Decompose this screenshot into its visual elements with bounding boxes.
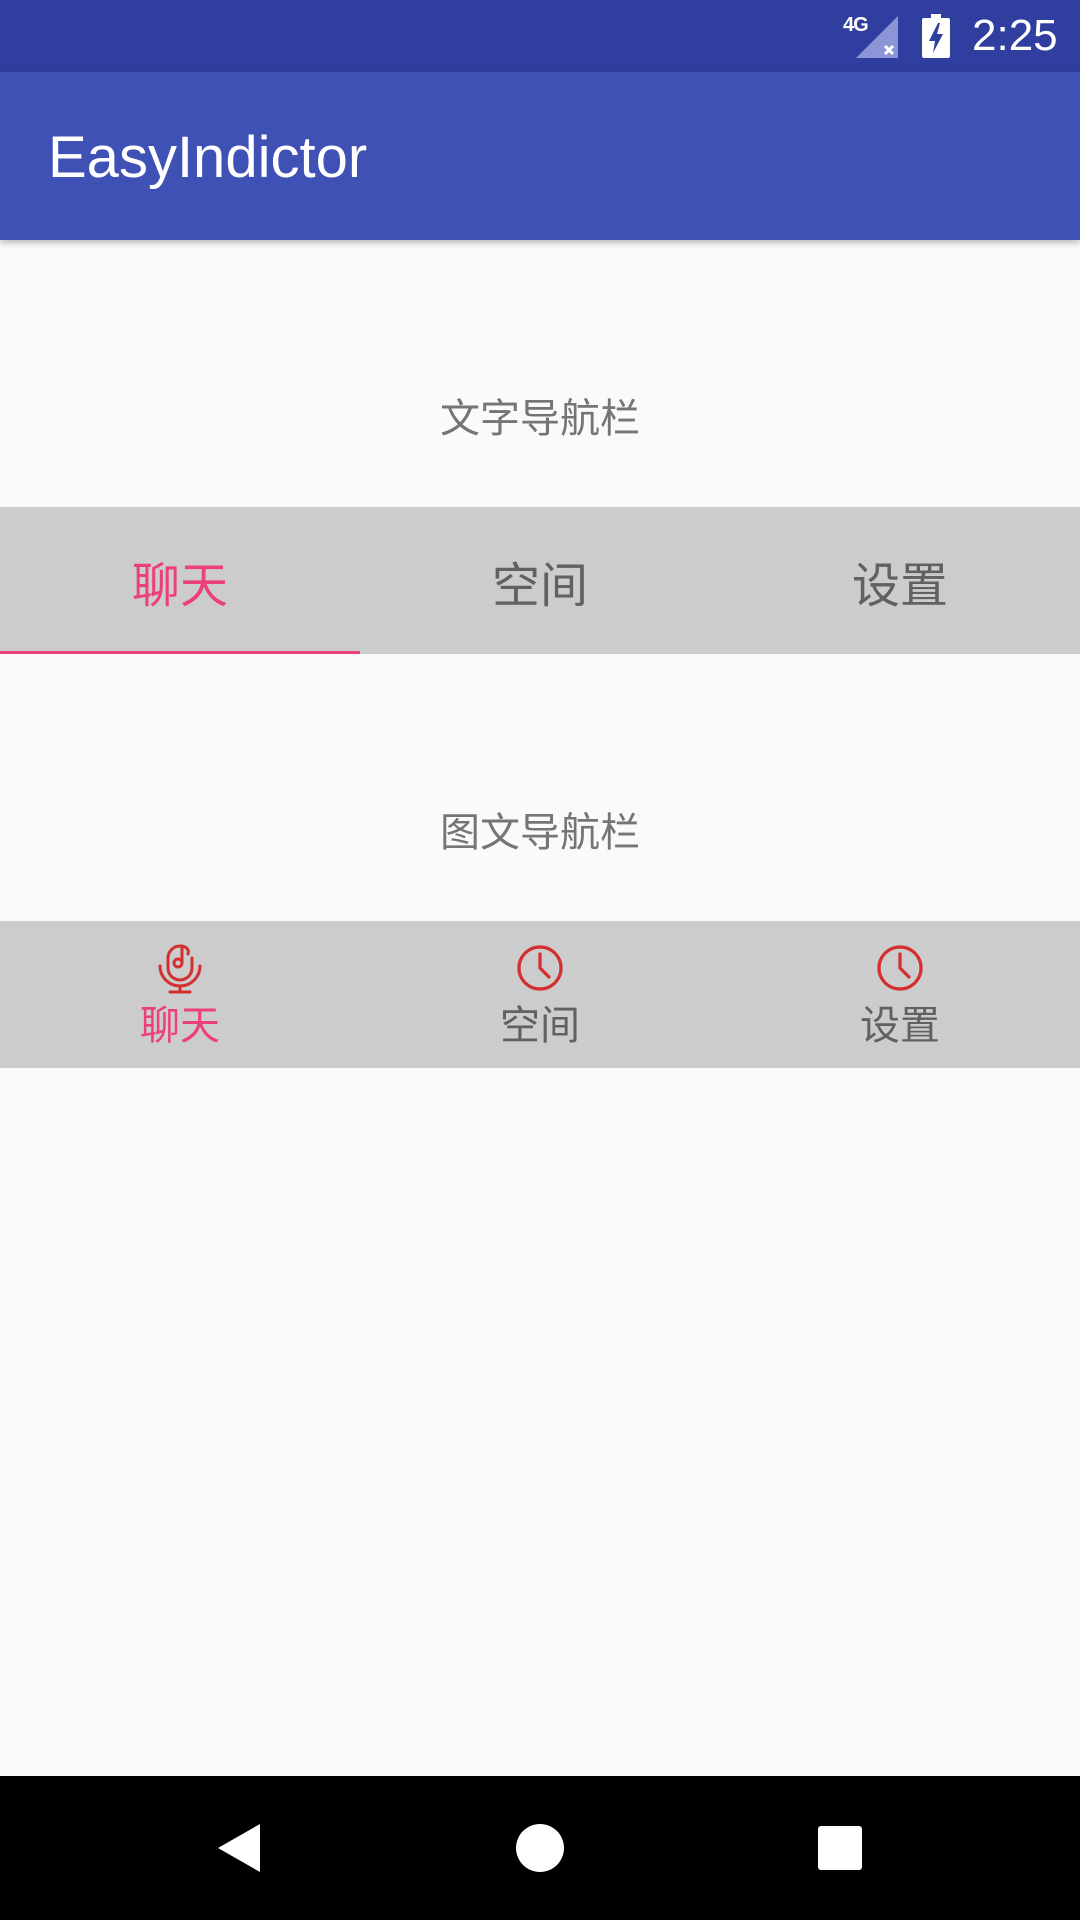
app-bar: EasyIndictor <box>0 72 1080 240</box>
icon-tab-chat-label: 聊天 <box>140 1003 220 1049</box>
battery-charging-icon <box>922 14 950 58</box>
status-bar: 4G 2:25 <box>0 0 1080 72</box>
home-icon <box>516 1824 564 1872</box>
system-nav-bar <box>0 1776 1080 1920</box>
text-tab-settings[interactable]: 设置 <box>720 507 1080 654</box>
recents-button[interactable] <box>796 1804 884 1892</box>
icon-nav-section-label: 图文导航栏 <box>440 810 640 856</box>
back-icon <box>218 1824 260 1872</box>
clock-icon <box>517 945 563 991</box>
active-tab-underline <box>0 651 360 654</box>
icon-tab-settings[interactable]: 设置 <box>720 921 1080 1068</box>
icon-tab-settings-label: 设置 <box>860 1003 940 1049</box>
recents-icon <box>818 1826 862 1870</box>
signal-icon <box>856 16 898 58</box>
icon-tab-chat[interactable]: 聊天 <box>0 921 360 1068</box>
icon-tab-space-label: 空间 <box>500 1003 580 1049</box>
text-tab-indicator: 聊天 空间 设置 <box>0 507 1080 654</box>
microphone-music-icon <box>158 944 202 994</box>
text-tab-space[interactable]: 空间 <box>360 507 720 654</box>
icon-tab-indicator: 聊天 空间 设置 <box>0 921 1080 1068</box>
clock-time: 2:25 <box>972 11 1058 60</box>
text-tab-chat[interactable]: 聊天 <box>0 507 360 654</box>
app-title: EasyIndictor <box>48 125 368 190</box>
clock-icon <box>877 945 923 991</box>
icon-tab-space[interactable]: 空间 <box>360 921 720 1068</box>
back-button[interactable] <box>196 1804 284 1892</box>
text-nav-section-label: 文字导航栏 <box>440 396 640 442</box>
home-button[interactable] <box>496 1804 584 1892</box>
